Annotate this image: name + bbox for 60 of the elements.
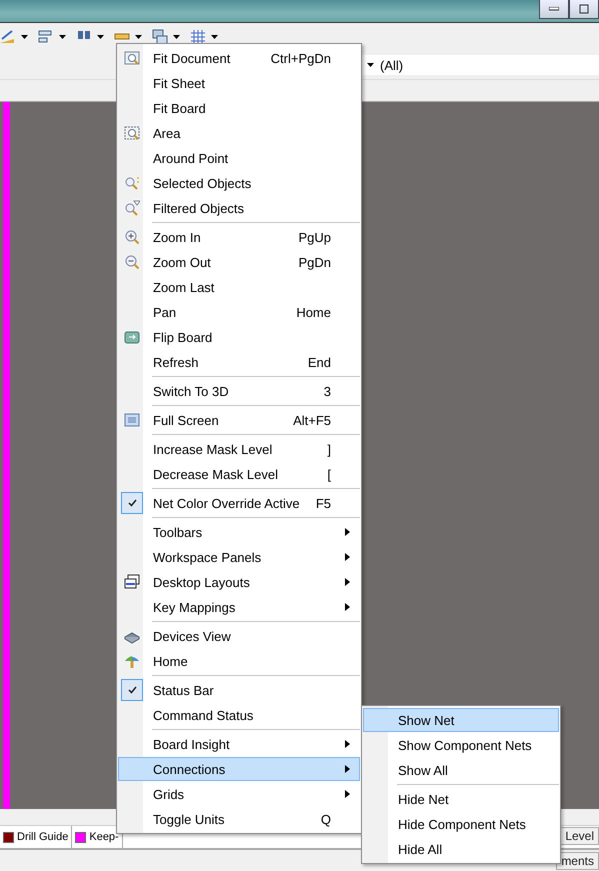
restore-button[interactable] — [569, 0, 599, 19]
menu-item[interactable]: Hide Component Nets — [363, 812, 559, 836]
menu-item[interactable]: Area — [118, 121, 360, 145]
menu-item[interactable]: Show Net — [363, 708, 559, 732]
menu-item[interactable]: Show Component Nets — [363, 733, 559, 757]
arrow-board-icon — [124, 329, 140, 345]
menu-item[interactable]: Devices View — [118, 624, 360, 648]
menu-item[interactable]: Board Insight — [118, 732, 360, 756]
windows-icon — [124, 574, 140, 590]
menu-item[interactable]: Zoom Last — [118, 275, 360, 299]
magnifier-dashed-box-icon — [124, 125, 140, 141]
restore-icon — [579, 4, 589, 14]
menu-item[interactable]: Status Bar — [118, 678, 360, 702]
menu-item[interactable]: Full Screen Alt+F5 — [118, 408, 360, 432]
menu-item[interactable]: Grids — [118, 782, 360, 806]
menu-item[interactable]: Fit Board — [118, 96, 360, 120]
menu-item[interactable]: Show All — [363, 758, 559, 782]
dropdown-caret-icon[interactable] — [97, 35, 104, 39]
menu-item[interactable]: Flip Board — [118, 325, 360, 349]
menu-item[interactable]: Switch To 3D 3 — [118, 379, 360, 403]
menu-item[interactable]: Workspace Panels — [118, 545, 360, 569]
menu-item[interactable]: Net Color Override Active F5 — [118, 491, 360, 515]
menu-item[interactable]: Hide All — [363, 837, 559, 861]
menu-item[interactable]: Pan Home — [118, 300, 360, 324]
layer-tab[interactable]: Drill Guide — [0, 826, 72, 848]
grid-icon[interactable] — [190, 29, 206, 45]
menu-item[interactable]: Filtered Objects — [118, 196, 360, 220]
menu-item[interactable]: Zoom Out PgDn — [118, 250, 360, 274]
ruler-pencil-icon[interactable] — [0, 29, 16, 45]
menu-item[interactable]: Refresh End — [118, 350, 360, 374]
magnifier-funnel-icon — [124, 200, 140, 216]
menu-item[interactable]: Connections — [118, 757, 360, 781]
dropdown-caret-icon[interactable] — [21, 35, 28, 39]
minimize-button[interactable] — [539, 0, 569, 19]
menu-item[interactable]: Command Status — [118, 703, 360, 727]
menu-item[interactable]: Decrease Mask Level [ — [118, 462, 360, 486]
dropdown-caret-icon[interactable] — [211, 35, 218, 39]
menu-item[interactable]: Increase Mask Level ] — [118, 437, 360, 461]
menu-item[interactable]: Hide Net — [363, 787, 559, 811]
dropdown-caret-icon[interactable] — [173, 35, 180, 39]
minimize-icon — [549, 7, 559, 11]
umbrella-icon — [124, 653, 140, 669]
dropdown-caret-icon[interactable] — [135, 35, 142, 39]
zoom-in-icon — [124, 229, 140, 245]
menu-item[interactable]: Desktop Layouts — [118, 570, 360, 594]
panel-tab[interactable]: ments — [556, 852, 599, 870]
menu-item[interactable]: Key Mappings — [118, 595, 360, 619]
panel-tab[interactable]: Level — [560, 827, 599, 845]
menu-item[interactable]: Selected Objects — [118, 171, 360, 195]
magnifier-sparkle-icon — [124, 175, 140, 191]
dropdown-caret-icon — [367, 63, 374, 67]
menu-item[interactable]: Toolbars — [118, 520, 360, 544]
menu-item[interactable]: Zoom In PgUp — [118, 225, 360, 249]
screen-icon — [124, 412, 140, 428]
zoom-out-icon — [124, 254, 140, 270]
dropdown-caret-icon[interactable] — [59, 35, 66, 39]
menu-item[interactable]: Home — [118, 649, 360, 673]
magnifier-page-icon — [124, 50, 140, 66]
align-icon[interactable] — [38, 29, 54, 45]
menu-item[interactable]: Around Point — [118, 146, 360, 170]
